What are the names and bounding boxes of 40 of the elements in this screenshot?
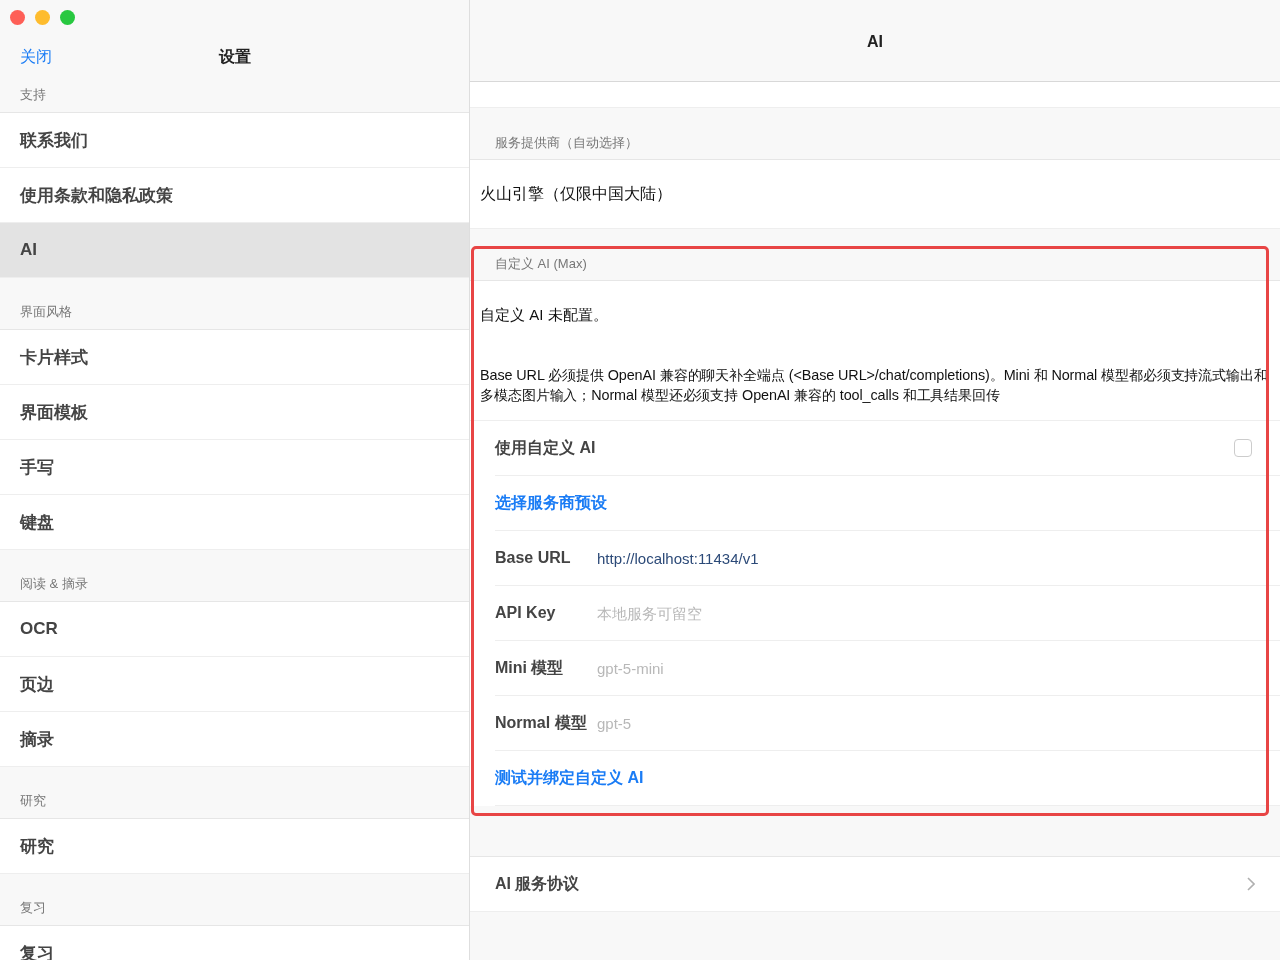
page-title: AI xyxy=(867,32,883,52)
sidebar-item[interactable]: 手写 xyxy=(0,440,469,495)
agreement-label: AI 服务协议 xyxy=(495,873,581,894)
input-field[interactable]: gpt-5-mini xyxy=(597,659,997,677)
close-button[interactable]: 关闭 xyxy=(0,46,52,68)
close-window-button[interactable] xyxy=(10,10,25,25)
input-field[interactable]: gpt-5 xyxy=(597,714,997,732)
sidebar-item[interactable]: 卡片样式 xyxy=(0,330,469,385)
sidebar-item[interactable]: OCR xyxy=(0,602,469,657)
section-header: 阅读 & 摘录 xyxy=(20,575,88,593)
field-label: API Key xyxy=(495,604,557,622)
action-link[interactable]: 测试并绑定自定义 AI xyxy=(495,767,644,789)
sidebar-item[interactable]: AI xyxy=(0,223,469,278)
sidebar-item[interactable]: 摘录 xyxy=(0,712,469,767)
section-header: 支持 xyxy=(20,86,46,104)
chevron-right-icon xyxy=(1247,877,1255,891)
setting-label: 使用自定义 AI xyxy=(495,437,597,458)
sidebar-item[interactable]: 界面模板 xyxy=(0,385,469,440)
input-field[interactable]: http://localhost:11434/v1 xyxy=(597,549,997,567)
zoom-window-button[interactable] xyxy=(60,10,75,25)
sidebar-item[interactable]: 页边 xyxy=(0,657,469,712)
section-header: 服务提供商（自动选择） xyxy=(495,134,638,152)
status-text: 自定义 AI 未配置。 xyxy=(480,305,608,325)
section-header: 复习 xyxy=(20,899,46,917)
agreement-row[interactable]: AI 服务协议 xyxy=(470,857,1280,912)
sidebar-item[interactable]: 联系我们 xyxy=(0,113,469,168)
checkbox[interactable] xyxy=(1234,439,1252,457)
action-link[interactable]: 选择服务商预设 xyxy=(495,492,607,514)
sidebar-item[interactable]: 研究 xyxy=(0,819,469,874)
minimize-window-button[interactable] xyxy=(35,10,50,25)
section-header: 自定义 AI (Max) xyxy=(495,255,587,273)
field-label: Mini 模型 xyxy=(495,657,565,678)
section-header: 界面风格 xyxy=(20,303,72,321)
field-label: Normal 模型 xyxy=(495,712,588,733)
sidebar-title: 设置 xyxy=(218,46,251,67)
field-label: Base URL xyxy=(495,549,572,567)
section-header: 研究 xyxy=(20,792,46,810)
sidebar-item[interactable]: 键盘 xyxy=(0,495,469,550)
provider-name: 火山引擎（仅限中国大陆） xyxy=(480,183,672,204)
input-field[interactable]: 本地服务可留空 xyxy=(597,604,997,622)
